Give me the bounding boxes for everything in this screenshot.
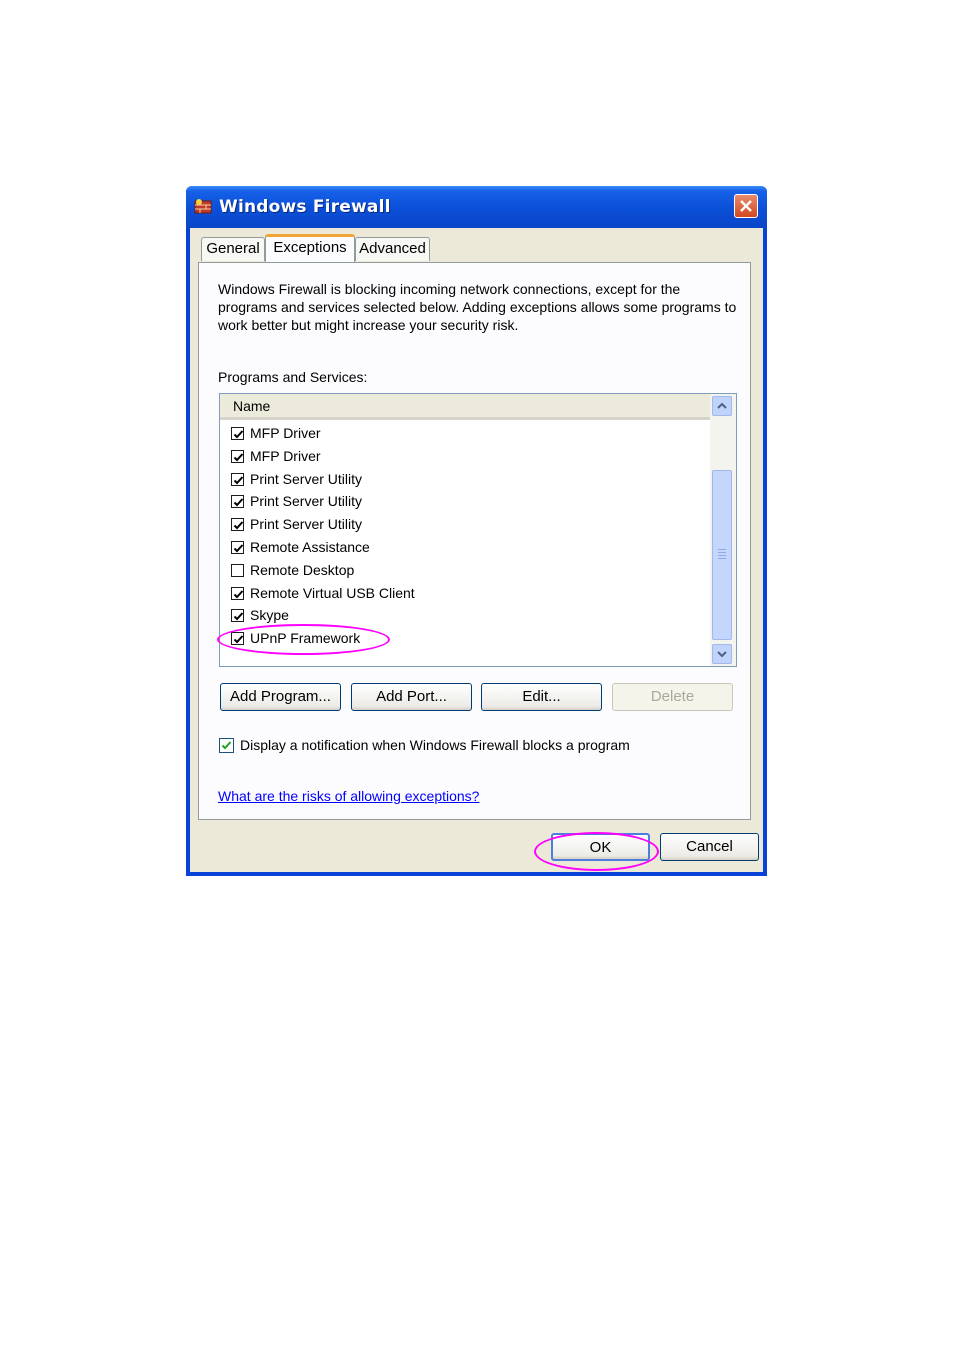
tab-general[interactable]: General: [201, 237, 265, 261]
edit-label: Edit...: [522, 688, 561, 705]
item-checkbox[interactable]: [231, 427, 244, 440]
checkmark-icon: [233, 544, 244, 553]
list-body: MFP Driver MFP Driver Print Server Utility…: [220, 424, 710, 652]
list-item[interactable]: MFP Driver: [220, 447, 710, 470]
window-title: Windows Firewall: [219, 197, 391, 217]
close-icon: [740, 200, 752, 212]
list-header-label: Name: [233, 398, 271, 414]
close-button[interactable]: [734, 194, 758, 218]
checkmark-icon: [233, 498, 244, 507]
item-checkbox[interactable]: [231, 518, 244, 532]
item-label: Print Server Utility: [250, 493, 363, 510]
notification-label[interactable]: Display a notification when Windows Fire…: [240, 737, 630, 753]
list-item[interactable]: Print Server Utility: [220, 515, 710, 538]
scroll-up-button[interactable]: [712, 396, 732, 416]
intro-text: Windows Firewall is blocking incoming ne…: [218, 281, 737, 333]
add-program-button[interactable]: Add Program...: [220, 683, 341, 711]
item-checkbox[interactable]: [231, 472, 244, 486]
item-checkbox[interactable]: [231, 586, 244, 600]
scroll-down-button[interactable]: [712, 644, 732, 664]
dialog-body: General Exceptions Advanced Windows Fire…: [190, 228, 763, 872]
add-port-label: Add Port...: [376, 688, 447, 705]
list-header-name[interactable]: Name: [220, 394, 710, 420]
exceptions-panel: Windows Firewall is blocking incoming ne…: [198, 262, 751, 820]
tab-advanced-label: Advanced: [359, 240, 426, 257]
tab-general-label: General: [206, 240, 260, 257]
delete-label: Delete: [650, 688, 695, 705]
item-checkbox[interactable]: [231, 609, 244, 623]
firewall-icon: [194, 199, 212, 214]
add-program-label: Add Program...: [230, 688, 331, 705]
thumb-grip: [718, 552, 726, 553]
tab-exceptions[interactable]: Exceptions: [265, 234, 355, 262]
thumb-grip: [718, 555, 726, 556]
tab-exceptions-label: Exceptions: [273, 239, 347, 256]
thumb-grip: [718, 549, 726, 550]
item-label: MFP Driver: [250, 447, 321, 464]
highlight-ellipse-upnp: [217, 624, 390, 655]
chevron-up-icon: [717, 402, 727, 409]
thumb-grip: [718, 558, 726, 559]
checkmark-icon: [233, 475, 244, 485]
list-item[interactable]: Print Server Utility: [220, 492, 710, 515]
list-item[interactable]: Remote Desktop: [220, 561, 710, 584]
checkmark-icon: [233, 430, 244, 439]
list-item[interactable]: Remote Virtual USB Client: [220, 584, 710, 607]
cancel-button[interactable]: Cancel: [660, 833, 759, 861]
item-label: Print Server Utility: [250, 470, 363, 487]
edit-button[interactable]: Edit...: [481, 683, 602, 711]
delete-button[interactable]: Delete: [612, 683, 733, 711]
title-bar[interactable]: Windows Firewall: [186, 186, 767, 228]
add-port-button[interactable]: Add Port...: [351, 683, 472, 711]
item-checkbox[interactable]: [231, 495, 244, 509]
notification-checkbox[interactable]: [219, 738, 234, 753]
item-label: Skype: [250, 607, 289, 624]
checkmark-icon: [233, 453, 244, 462]
checkmark-icon: [221, 741, 232, 750]
item-label: MFP Driver: [250, 425, 321, 441]
scroll-thumb[interactable]: [712, 470, 732, 640]
checkmark-icon: [233, 612, 244, 621]
item-checkbox[interactable]: [231, 449, 244, 463]
highlight-ellipse-ok: [534, 832, 659, 871]
list-item[interactable]: MFP Driver: [220, 424, 710, 447]
vertical-scrollbar[interactable]: [710, 394, 736, 666]
item-label: Remote Desktop: [250, 561, 355, 578]
windows-firewall-dialog: Windows Firewall General Exceptions Adva…: [186, 186, 767, 876]
risks-help-link[interactable]: What are the risks of allowing exception…: [218, 788, 479, 804]
checkmark-icon: [233, 589, 244, 599]
cancel-label: Cancel: [686, 838, 733, 855]
item-checkbox[interactable]: [231, 540, 244, 554]
checkmark-icon: [233, 521, 244, 530]
list-item[interactable]: Print Server Utility: [220, 470, 710, 493]
item-label: Remote Virtual USB Client: [250, 584, 415, 601]
item-checkbox[interactable]: [231, 563, 244, 577]
programs-services-label: Programs and Services:: [218, 369, 368, 385]
tab-advanced[interactable]: Advanced: [355, 237, 430, 261]
item-label: Remote Assistance: [250, 538, 370, 555]
chevron-down-icon: [717, 651, 727, 658]
item-label: Print Server Utility: [250, 516, 363, 533]
list-item[interactable]: Remote Assistance: [220, 538, 710, 561]
